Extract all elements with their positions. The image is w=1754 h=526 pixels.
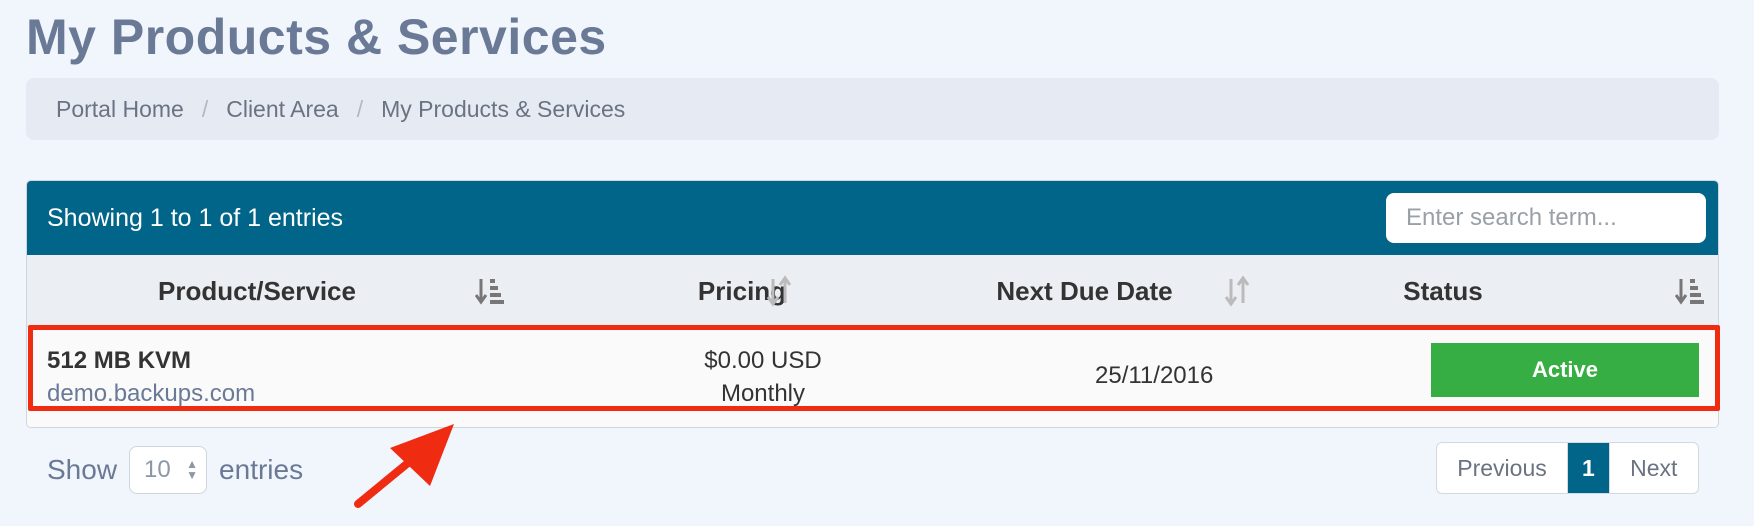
breadcrumb-client-area[interactable]: Client Area [226, 96, 339, 123]
pagination: Previous 1 Next [1436, 442, 1699, 494]
breadcrumb-separator: / [201, 95, 209, 122]
breadcrumb-current: My Products & Services [381, 95, 626, 122]
status-badge: Active [1431, 343, 1699, 397]
page-length-control: Show 10 ▲ ▼ entries [47, 446, 303, 494]
breadcrumb-portal-home[interactable]: Portal Home [56, 96, 184, 123]
billing-cycle: Monthly [720, 380, 806, 407]
breadcrumb: Portal Home / Client Area / My Products … [26, 78, 1719, 140]
table-head: Product/Service Pricing Next Due Date St… [27, 255, 1718, 327]
page-title: My Products & Services [26, 9, 607, 65]
table-info: Showing 1 to 1 of 1 entries [47, 203, 344, 232]
table-header-bar: Showing 1 to 1 of 1 entries [27, 181, 1718, 255]
column-label: Status [1403, 275, 1483, 306]
column-label: Product/Service [158, 275, 356, 306]
sorted-desc-icon[interactable] [475, 275, 505, 307]
column-label: Next Due Date [996, 275, 1173, 306]
next-page-button[interactable]: Next [1608, 443, 1698, 493]
page-length-value: 10 [144, 456, 171, 483]
length-suffix: entries [219, 454, 304, 485]
length-prefix: Show [47, 454, 118, 485]
products-table: Showing 1 to 1 of 1 entries Product/Serv… [26, 180, 1719, 428]
next-due-date: 25/11/2016 [1095, 362, 1214, 389]
sortable-icon[interactable] [765, 275, 795, 307]
page-length-select[interactable]: 10 ▲ ▼ [129, 446, 208, 494]
sorted-desc-icon[interactable] [1675, 275, 1705, 307]
sortable-icon[interactable] [1223, 275, 1253, 307]
breadcrumb-separator: / [356, 95, 364, 122]
product-domain: demo.backups.com [47, 380, 256, 407]
product-price: $0.00 USD [704, 347, 822, 374]
search-input[interactable] [1386, 193, 1706, 243]
product-name: 512 MB KVM [47, 347, 192, 374]
select-arrows-icon: ▲ ▼ [186, 457, 199, 482]
annotation-arrow-icon [354, 424, 454, 508]
previous-page-button[interactable]: Previous [1437, 443, 1568, 493]
column-header-product[interactable]: Product/Service [27, 255, 487, 327]
page-1-button[interactable]: 1 [1568, 443, 1609, 493]
table-row[interactable]: 512 MB KVM demo.backups.com $0.00 USD Mo… [27, 327, 1718, 427]
column-header-due-date[interactable]: Next Due Date [827, 255, 1342, 327]
column-header-status[interactable]: Status [1313, 255, 1573, 327]
